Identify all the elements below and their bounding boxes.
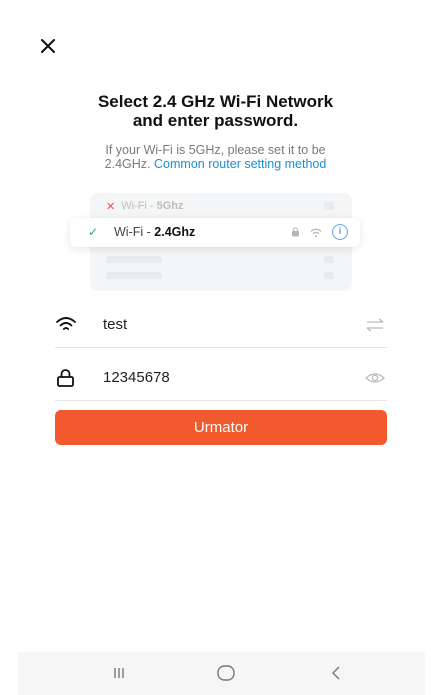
illustration-row-24ghz-band: 2.4Ghz xyxy=(154,225,196,239)
router-setting-link[interactable]: Common router setting method xyxy=(154,157,326,171)
password-field[interactable]: 12345678 xyxy=(55,356,387,401)
home-icon[interactable] xyxy=(214,664,238,682)
switch-network-icon[interactable] xyxy=(365,316,385,334)
page-title: Select 2.4 GHz Wi-Fi Network and enter p… xyxy=(0,92,431,130)
subtitle-line-1: If your Wi-Fi is 5GHz, please set it to … xyxy=(105,143,326,157)
illustration-row-5ghz: ✕ Wi-Fi - 5Ghz xyxy=(106,199,184,213)
system-navigation-bar xyxy=(18,652,425,695)
lock-icon xyxy=(55,367,77,389)
wifi-icon xyxy=(55,314,77,336)
password-value[interactable]: 12345678 xyxy=(103,369,170,386)
illustration-row-24ghz: ✓ Wi-Fi - 2.4Ghz i xyxy=(70,218,360,247)
illustration-row-5ghz-band: 5Ghz xyxy=(156,200,184,212)
placeholder-bar xyxy=(324,202,334,210)
wifi-setup-screen: Select 2.4 GHz Wi-Fi Network and enter p… xyxy=(0,0,431,695)
recent-apps-icon[interactable] xyxy=(107,664,131,682)
illustration-row-24ghz-prefix: Wi-Fi - xyxy=(114,225,151,239)
ssid-value[interactable]: test xyxy=(103,316,127,333)
illustration-row-24ghz-text: Wi-Fi - 2.4Ghz xyxy=(114,225,195,239)
close-icon[interactable] xyxy=(38,36,58,56)
placeholder-bar xyxy=(324,272,334,279)
ssid-field[interactable]: test xyxy=(55,303,387,348)
back-icon[interactable] xyxy=(324,664,348,682)
illustration-row-5ghz-prefix: Wi-Fi - xyxy=(121,200,154,212)
title-line-1: Select 2.4 GHz Wi-Fi Network xyxy=(97,92,334,111)
title-line-2: and enter password. xyxy=(132,111,299,130)
lock-icon xyxy=(291,227,300,239)
placeholder-bar xyxy=(324,256,334,263)
check-icon: ✓ xyxy=(88,225,99,239)
next-button[interactable]: Urmator xyxy=(55,410,387,445)
subtitle-line-2-prefix: 2.4GHz. xyxy=(104,157,151,171)
info-icon: i xyxy=(332,224,348,240)
show-password-icon[interactable] xyxy=(365,369,385,387)
cross-icon: ✕ xyxy=(106,200,116,213)
wifi-icon xyxy=(310,226,322,238)
subtitle-line-2: 2.4GHz. Common router setting method xyxy=(60,157,371,171)
subtitle: If your Wi-Fi is 5GHz, please set it to … xyxy=(60,143,371,171)
placeholder-bar xyxy=(106,256,162,263)
placeholder-bar xyxy=(106,272,162,279)
